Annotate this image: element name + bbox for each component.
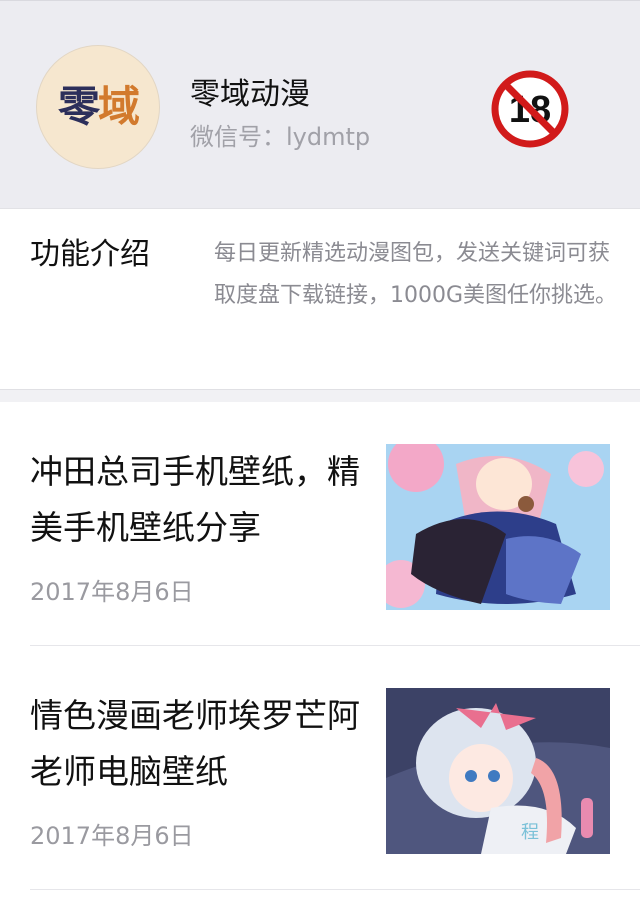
section-gap: [0, 390, 640, 402]
article-thumbnail[interactable]: 程: [386, 688, 610, 854]
article-divider: [30, 889, 640, 890]
article-item[interactable]: 情色漫画老师埃罗芒阿老师电脑壁纸 2017年8月6日 程: [0, 646, 640, 890]
article-date: 2017年8月6日: [30, 578, 194, 606]
avatar-char-2: 域: [98, 82, 140, 131]
intro-description: 每日更新精选动漫图包，发送关键词可获取度盘下载链接，1000G美图任你挑选。: [214, 241, 618, 308]
article-date: 2017年8月6日: [30, 822, 194, 850]
article-title: 情色漫画老师埃罗芒阿老师电脑壁纸: [30, 696, 360, 791]
account-header[interactable]: 零域 零域动漫 微信号：lydmtp 18: [0, 0, 640, 208]
avatar-logo-text: 零域: [58, 86, 140, 128]
article-thumbnail[interactable]: [386, 444, 610, 610]
svg-text:程: 程: [521, 822, 539, 843]
account-name: 零域动漫: [190, 77, 310, 112]
no-under-18-icon: 18: [491, 70, 569, 148]
article-item[interactable]: 冲田总司手机壁纸，精美手机壁纸分享 2017年8月6日: [0, 402, 640, 646]
function-intro-section: 功能介绍 每日更新精选动漫图包，发送关键词可获取度盘下载链接，1000G美图任你…: [0, 208, 640, 390]
avatar-char-1: 零: [57, 82, 100, 131]
article-title: 冲田总司手机壁纸，精美手机壁纸分享: [30, 452, 360, 547]
intro-label: 功能介绍: [30, 237, 150, 272]
account-profile-page: 零域 零域动漫 微信号：lydmtp 18 功能介绍 每日更新精选动漫图包，发送…: [0, 0, 640, 920]
wechat-id: 微信号：lydmtp: [190, 123, 371, 151]
account-avatar[interactable]: 零域: [36, 45, 160, 169]
